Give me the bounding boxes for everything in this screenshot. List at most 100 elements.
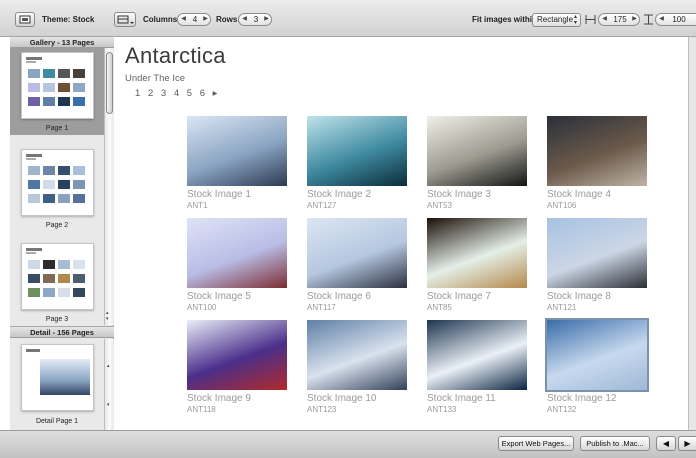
- scroll-arrows-icon[interactable]: ▴ ▾: [106, 310, 109, 322]
- page-link-1[interactable]: 1: [135, 88, 140, 99]
- mini-image: [73, 166, 85, 175]
- decrement-icon[interactable]: ◀: [657, 14, 666, 25]
- page-title: Antarctica: [125, 43, 226, 68]
- mini-image: [28, 166, 40, 175]
- mini-image: [28, 180, 40, 189]
- gallery-scrollbar[interactable]: ▴ ▾: [104, 48, 114, 325]
- image-caption-title: Stock Image 2: [307, 189, 371, 200]
- page-link-4[interactable]: 4: [174, 88, 179, 99]
- page-preview: Antarctica Under The Ice 1 2 3 4 5 6 ▸ S…: [115, 37, 688, 430]
- columns-stepper[interactable]: ◀ 4 ▶: [177, 13, 211, 26]
- previous-page-button[interactable]: ◀: [656, 436, 676, 451]
- decrement-icon[interactable]: ◀: [179, 14, 188, 25]
- thumb-title: [26, 154, 42, 157]
- stock-image-thumbnail[interactable]: [307, 116, 407, 186]
- mini-image: [58, 166, 70, 175]
- fit-shape-popup[interactable]: Rectangle ▴ ▾: [532, 13, 581, 27]
- image-caption-title: Stock Image 12: [547, 393, 617, 404]
- detail-mini-image: [40, 359, 90, 395]
- detail-page-thumb-1[interactable]: [21, 344, 94, 411]
- gallery-page-thumb-1[interactable]: [21, 52, 94, 119]
- scrollbar-thumb[interactable]: [106, 52, 113, 114]
- arrow-right-icon: ▶: [684, 439, 691, 448]
- mini-image: [28, 194, 40, 203]
- image-caption-code: ANT123: [307, 405, 337, 414]
- mini-image: [43, 180, 55, 189]
- scroll-up-icon[interactable]: ▴: [107, 363, 110, 369]
- mini-image: [58, 180, 70, 189]
- gallery-page-thumb-3[interactable]: [21, 243, 94, 310]
- page-link-6[interactable]: 6: [200, 88, 205, 99]
- image-caption-code: ANT133: [427, 405, 457, 414]
- image-caption-title: Stock Image 5: [187, 291, 251, 302]
- theme-icon: [19, 15, 31, 24]
- detail-scrollbar[interactable]: ▴ ▾: [104, 339, 114, 430]
- rows-stepper[interactable]: ◀ 3 ▶: [238, 13, 272, 26]
- page-link-2[interactable]: 2: [148, 88, 153, 99]
- stock-image-thumbnail[interactable]: [307, 218, 407, 288]
- fit-images-label: Fit images within:: [472, 15, 540, 24]
- increment-icon[interactable]: ▶: [201, 14, 210, 25]
- gallery-page-label: Page 3: [45, 316, 69, 323]
- image-caption-code: ANT100: [187, 303, 217, 312]
- image-caption-title: Stock Image 6: [307, 291, 371, 302]
- image-caption-code: ANT106: [547, 201, 577, 210]
- image-caption-title: Stock Image 8: [547, 291, 611, 302]
- decrement-icon[interactable]: ◀: [600, 14, 609, 25]
- image-caption-code: ANT118: [187, 405, 216, 414]
- mini-image: [43, 97, 55, 106]
- mini-image: [73, 260, 85, 269]
- mini-image: [43, 274, 55, 283]
- scroll-down-icon[interactable]: ▾: [107, 402, 110, 408]
- image-caption-title: Stock Image 1: [187, 189, 251, 200]
- image-caption-title: Stock Image 7: [427, 291, 491, 302]
- fit-shape-value: Rectangle: [537, 15, 574, 24]
- gallery-page-thumb-2[interactable]: [21, 149, 94, 216]
- toolbar: Theme: Stock Columns: ◀ 4 ▶ Rows: ◀ 3 ▶ …: [0, 0, 696, 37]
- stock-image-thumbnail[interactable]: [547, 320, 647, 390]
- increment-icon[interactable]: ▶: [262, 14, 271, 25]
- mini-image: [28, 97, 40, 106]
- stock-image-thumbnail[interactable]: [307, 320, 407, 390]
- width-stepper[interactable]: ◀ 175 ▶: [598, 13, 640, 26]
- export-web-pages-button[interactable]: Export Web Pages...: [498, 436, 574, 451]
- publish-to-mac-button[interactable]: Publish to .Mac...: [580, 436, 650, 451]
- gallery-page-label: Page 2: [45, 222, 69, 229]
- mini-image: [73, 83, 85, 92]
- stock-image-thumbnail[interactable]: [547, 218, 647, 288]
- mini-image: [73, 69, 85, 78]
- stock-image-thumbnail[interactable]: [547, 116, 647, 186]
- stock-image-thumbnail[interactable]: [427, 116, 527, 186]
- next-page-button[interactable]: ▶: [678, 436, 696, 451]
- page-link-5[interactable]: 5: [187, 88, 192, 99]
- layout-menu-button[interactable]: [114, 12, 136, 27]
- height-stepper[interactable]: ◀ 100: [655, 13, 696, 26]
- mini-image: [43, 260, 55, 269]
- thumb-subtitle: [26, 252, 36, 254]
- mini-image: [73, 97, 85, 106]
- mini-image: [58, 260, 70, 269]
- rows-value: 3: [253, 15, 259, 24]
- mini-image: [43, 83, 55, 92]
- mini-image: [43, 194, 55, 203]
- stock-image-thumbnail[interactable]: [187, 320, 287, 390]
- increment-icon[interactable]: ▶: [630, 14, 639, 25]
- theme-button[interactable]: [15, 12, 35, 27]
- preview-scrollbar[interactable]: [688, 37, 696, 430]
- stock-image-thumbnail[interactable]: [427, 218, 527, 288]
- mini-image: [28, 260, 40, 269]
- mini-image: [73, 180, 85, 189]
- image-caption-title: Stock Image 10: [307, 393, 377, 404]
- page-link-3[interactable]: 3: [161, 88, 166, 99]
- stock-image-thumbnail[interactable]: [187, 116, 287, 186]
- decrement-icon[interactable]: ◀: [240, 14, 249, 25]
- arrow-left-icon: ◀: [662, 439, 670, 448]
- stock-image-thumbnail[interactable]: [427, 320, 527, 390]
- thumb-subtitle: [26, 61, 36, 63]
- width-value: 175: [613, 15, 627, 24]
- columns-label: Columns:: [143, 15, 180, 24]
- mini-image: [58, 274, 70, 283]
- image-caption-title: Stock Image 4: [547, 189, 611, 200]
- stock-image-thumbnail[interactable]: [187, 218, 287, 288]
- next-page-arrow-icon[interactable]: ▸: [213, 88, 218, 99]
